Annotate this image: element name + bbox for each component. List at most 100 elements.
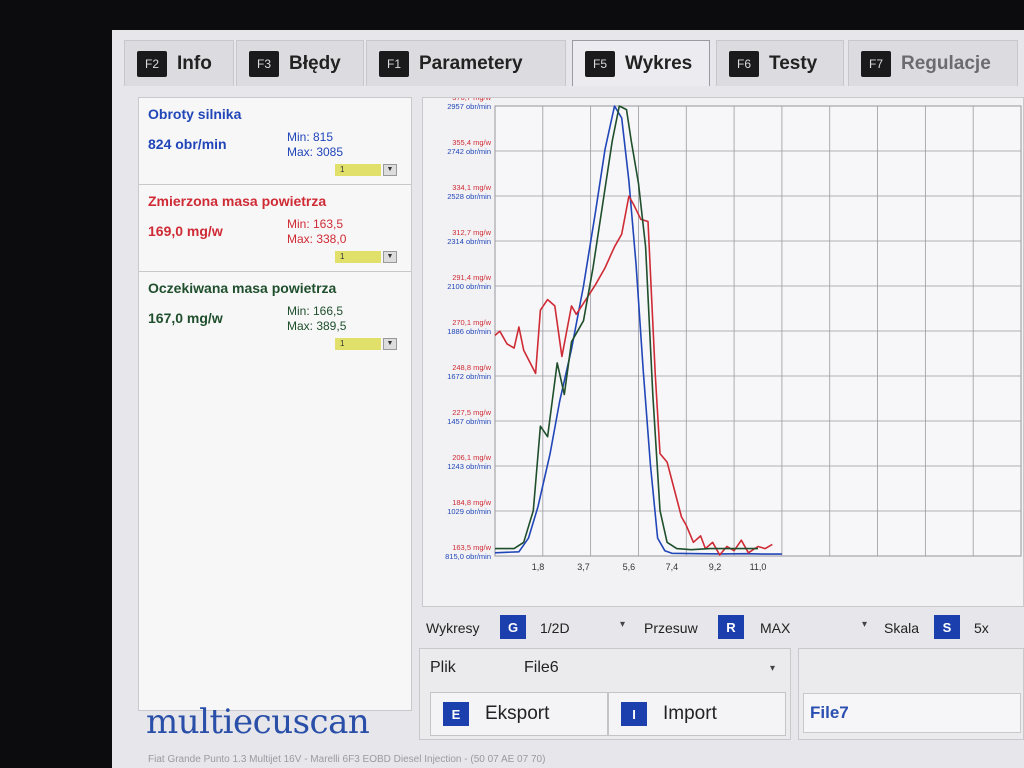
tab-label: Wykres [625,52,693,74]
tab-key: F7 [861,50,891,77]
param-title: Zmierzona masa powietrza [148,193,327,209]
y-tick-rpm: 2742 obr/min [447,147,491,156]
param-measured-air-mass: Zmierzona masa powietrza 169,0 mg/w Min:… [139,185,411,272]
param-title: Oczekiwana masa powietrza [148,280,337,296]
y-tick-mass: 291,4 mg/w [452,273,491,282]
parameter-panel: Obroty silnika 824 obr/min Min: 815 Max:… [138,97,412,711]
x-tick-label: 11,0 [750,562,767,572]
chevron-down-icon[interactable]: ▼ [383,251,397,263]
param-title: Obroty silnika [148,106,242,122]
y-tick-mass: 248,8 mg/w [452,363,491,372]
tab-parametery[interactable]: F1 Parametery [366,40,566,86]
plik-label: Plik [430,659,456,676]
eksport-button[interactable]: E Eksport [430,692,608,736]
y-tick-mass: 227,5 mg/w [452,408,491,417]
y-tick-mass: 270,1 mg/w [452,318,491,327]
param-min: Min: 815 [287,130,334,144]
tab-bledy[interactable]: F3 Błędy [236,40,364,86]
file7-field[interactable]: File7 [803,693,1021,733]
tab-key: F1 [379,50,409,77]
scale-select[interactable]: 1 ▼ [335,338,397,350]
y-tick-mass: 163,5 mg/w [452,543,491,552]
chevron-down-icon[interactable]: ▾ [620,619,625,630]
chart-controls: Wykresy G 1/2D ▾ Przesuw R MAX ▾ Skala S… [424,615,1024,645]
y-tick-rpm: 1243 obr/min [447,462,491,471]
przesuw-value[interactable]: MAX [760,620,790,636]
scale-select[interactable]: 1 ▼ [335,251,397,263]
scale-select-value: 1 [340,252,345,261]
param-max: Max: 3085 [287,145,344,159]
tab-wykres[interactable]: F5 Wykres [572,40,710,86]
param-min: Min: 166,5 [287,304,344,318]
scale-select-value: 1 [340,165,345,174]
tab-label: Błędy [289,52,341,74]
x-tick-label: 3,7 [577,562,590,572]
param-min: Min: 163,5 [287,217,344,231]
app-window: F2 Info F3 Błędy F1 Parametery F5 Wykres… [112,30,1024,768]
tab-key: F6 [729,50,759,77]
y-tick-mass: 206,1 mg/w [452,453,491,462]
tab-key: F3 [249,50,279,77]
skala-value[interactable]: 5x [974,620,989,636]
y-tick-rpm: 1886 obr/min [447,327,491,336]
import-label: Import [663,703,717,724]
chevron-down-icon[interactable]: ▼ [383,164,397,176]
param-value: 167,0 mg/w [148,310,223,326]
eksport-key: E [443,702,469,726]
scale-select[interactable]: 1 ▼ [335,164,397,176]
param-engine-speed: Obroty silnika 824 obr/min Min: 815 Max:… [139,98,411,185]
y-tick-rpm: 815,0 obr/min [445,552,491,561]
param-value: 169,0 mg/w [148,223,223,239]
param-expected-air-mass: Oczekiwana masa powietrza 167,0 mg/w Min… [139,272,411,358]
tab-label: Parametery [419,52,523,74]
x-tick-label: 9,2 [709,562,722,572]
wykresy-key[interactable]: G [500,615,526,639]
y-tick-rpm: 2100 obr/min [447,282,491,291]
file-select[interactable]: File6 [524,659,559,677]
param-max: Max: 389,5 [287,319,347,333]
przesuw-key[interactable]: R [718,615,744,639]
y-tick-rpm: 1672 obr/min [447,372,491,381]
tab-key: F5 [585,50,615,77]
x-tick-label: 5,6 [623,562,636,572]
tab-bar: F2 Info F3 Błędy F1 Parametery F5 Wykres… [124,40,1024,92]
x-tick-label: 1,8 [532,562,545,572]
wykresy-value[interactable]: 1/2D [540,620,570,636]
file-panel: Plik File6 ▾ E Eksport I Import [419,648,791,740]
y-tick-rpm: 1029 obr/min [447,507,491,516]
y-tick-mass: 355,4 mg/w [452,138,491,147]
y-tick-mass: 184,8 mg/w [452,498,491,507]
tab-label: Regulacje [901,52,991,74]
status-bar: Fiat Grande Punto 1.3 Multijet 16V - Mar… [148,754,546,765]
chevron-down-icon[interactable]: ▾ [770,663,775,674]
param-value: 824 obr/min [148,136,227,152]
param-max: Max: 338,0 [287,232,347,246]
skala-label: Skala [884,620,920,636]
y-tick-mass: 312,7 mg/w [452,228,491,237]
chevron-down-icon[interactable]: ▾ [862,619,867,630]
chart-svg: 163,5 mg/w815,0 obr/min 184,8 mg/w1029 ob… [445,98,1022,572]
x-tick-label: 7,4 [666,562,679,572]
chevron-down-icon[interactable]: ▼ [383,338,397,350]
eksport-label: Eksport [485,703,550,724]
y-tick-rpm: 2957 obr/min [447,102,491,111]
scale-select-value: 1 [340,339,345,348]
tab-regulacje[interactable]: F7 Regulacje [848,40,1018,86]
przesuw-label: Przesuw [644,620,698,636]
tab-testy[interactable]: F6 Testy [716,40,844,86]
y-tick-rpm: 2528 obr/min [447,192,491,201]
file-panel-right: File7 [798,648,1024,740]
tab-label: Testy [769,52,818,74]
tab-info[interactable]: F2 Info [124,40,234,86]
tab-label: Info [177,52,212,74]
tab-key: F2 [137,50,167,77]
skala-key[interactable]: S [934,615,960,639]
chart-panel: 163,5 mg/w 815,0 obr/min 184,8 mg/w 1029 ob… [422,97,1024,607]
app-logo: multiecuscan [146,702,370,742]
import-button[interactable]: I Import [608,692,786,736]
wykresy-label: Wykresy [426,620,480,636]
y-tick-mass: 334,1 mg/w [452,183,491,192]
y-tick-rpm: 2314 obr/min [447,237,491,246]
y-tick-rpm: 1457 obr/min [447,417,491,426]
import-key: I [621,702,647,726]
